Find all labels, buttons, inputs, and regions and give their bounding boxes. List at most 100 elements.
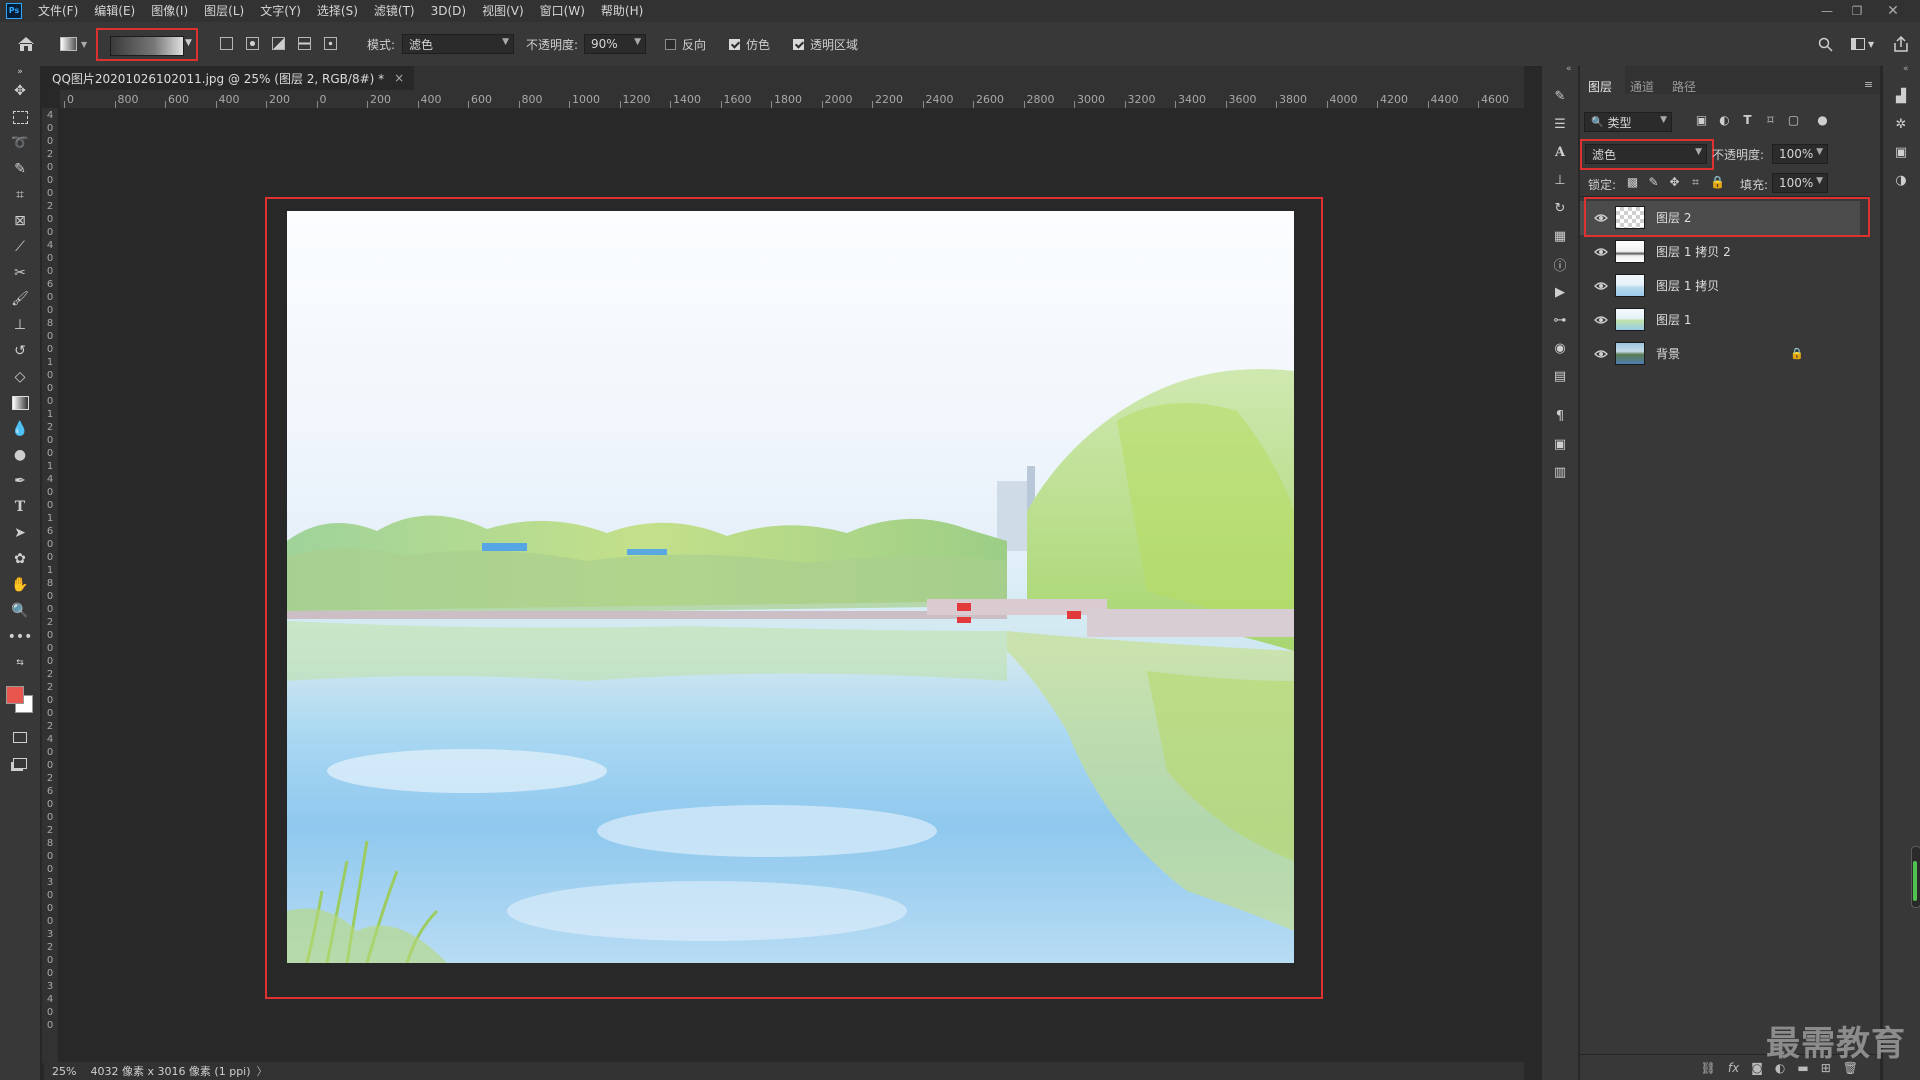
color-wheel-icon[interactable]: ◉ bbox=[1550, 338, 1570, 358]
navigator-icon[interactable]: ✲ bbox=[1891, 114, 1911, 134]
lock-position-icon[interactable]: ✥ bbox=[1668, 176, 1681, 189]
color-icon[interactable]: ◑ bbox=[1891, 170, 1911, 190]
status-expand-icon[interactable]: 〉 bbox=[257, 1063, 268, 1079]
dodge-tool-icon[interactable]: ● bbox=[8, 444, 32, 466]
gradient-preview[interactable] bbox=[110, 36, 184, 56]
document-tab[interactable]: QQ图片20201026102011.jpg @ 25% (图层 2, RGB/… bbox=[44, 66, 415, 90]
layer-style-icon[interactable]: fx bbox=[1728, 1061, 1739, 1075]
layer-lock-icon[interactable]: 🔒 bbox=[1790, 347, 1804, 360]
angle-gradient-icon[interactable] bbox=[272, 37, 285, 50]
menu-filter[interactable]: 滤镜(T) bbox=[366, 0, 423, 22]
clone-stamp-tool-icon[interactable]: ⊥ bbox=[8, 314, 32, 336]
document-image[interactable] bbox=[287, 211, 1294, 963]
fill-input[interactable]: 100% ▼ bbox=[1772, 173, 1828, 193]
reflected-gradient-icon[interactable] bbox=[298, 37, 311, 50]
histogram-icon[interactable]: ▟ bbox=[1891, 86, 1911, 106]
restore-icon[interactable]: ❐ bbox=[1842, 0, 1872, 22]
brush-settings-icon[interactable]: ✎ bbox=[1550, 86, 1570, 106]
pixel-filter-icon[interactable]: ▣ bbox=[1695, 114, 1708, 127]
home-icon[interactable] bbox=[17, 22, 35, 66]
collapse-toolbar-icon[interactable]: » bbox=[8, 66, 32, 78]
shape-tool-icon[interactable]: ✿ bbox=[8, 548, 32, 570]
healing-brush-tool-icon[interactable]: ✂ bbox=[8, 262, 32, 284]
dither-checkbox[interactable]: 仿色 bbox=[729, 22, 770, 66]
quick-mask-icon[interactable] bbox=[8, 726, 32, 748]
move-tool-icon[interactable]: ✥ bbox=[8, 80, 32, 102]
collapse-right-strip-icon[interactable]: « bbox=[1903, 64, 1909, 74]
swatches-icon[interactable]: ▣ bbox=[1891, 142, 1911, 162]
pen-tool-icon[interactable]: ✒ bbox=[8, 470, 32, 492]
lock-artboard-icon[interactable]: ⌗ bbox=[1689, 176, 1702, 189]
minimize-icon[interactable]: — bbox=[1812, 0, 1842, 22]
search-icon[interactable] bbox=[1818, 22, 1833, 66]
menu-view[interactable]: 视图(V) bbox=[474, 0, 532, 22]
menu-image[interactable]: 图像(I) bbox=[143, 0, 196, 22]
tab-channels[interactable]: 通道 bbox=[1630, 78, 1654, 95]
layer-opacity-input[interactable]: 100% ▼ bbox=[1772, 144, 1828, 164]
layer-row[interactable]: 图层 1 拷贝 2 bbox=[1580, 235, 1860, 269]
gradient-dropdown-arrow-icon[interactable]: ▼ bbox=[185, 38, 192, 48]
quick-select-tool-icon[interactable]: ✎ bbox=[8, 158, 32, 180]
type-filter-icon[interactable]: T bbox=[1741, 114, 1754, 127]
layer-name[interactable]: 背景 bbox=[1656, 337, 1680, 371]
document-tab-close-icon[interactable]: × bbox=[394, 71, 404, 85]
smart-object-filter-icon[interactable]: ▢ bbox=[1787, 114, 1800, 127]
libraries-icon[interactable]: ▦ bbox=[1550, 226, 1570, 246]
visibility-eye-icon[interactable] bbox=[1594, 279, 1608, 293]
character-icon[interactable]: A bbox=[1550, 142, 1570, 162]
history-icon[interactable]: ↻ bbox=[1550, 198, 1570, 218]
close-window-icon[interactable]: ✕ bbox=[1878, 0, 1908, 22]
type-tool-icon[interactable]: T bbox=[8, 496, 32, 518]
paragraph-icon[interactable]: ¶ bbox=[1550, 406, 1570, 426]
eyedropper-tool-icon[interactable]: ⟋ bbox=[8, 236, 32, 258]
visibility-eye-icon[interactable] bbox=[1594, 313, 1608, 327]
frame-tool-icon[interactable]: ⊠ bbox=[8, 210, 32, 232]
zoom-level[interactable]: 25% bbox=[52, 1065, 76, 1078]
menu-help[interactable]: 帮助(H) bbox=[593, 0, 651, 22]
layer-name[interactable]: 图层 1 bbox=[1656, 303, 1691, 337]
hand-tool-icon[interactable]: ✋ bbox=[8, 574, 32, 596]
share-icon[interactable] bbox=[1893, 22, 1909, 66]
adjustment-filter-icon[interactable]: ◐ bbox=[1718, 114, 1731, 127]
layer-name[interactable]: 图层 1 拷贝 2 bbox=[1656, 235, 1731, 269]
tab-layers[interactable]: 图层 bbox=[1588, 78, 1612, 95]
diamond-gradient-icon[interactable] bbox=[324, 37, 337, 50]
opacity-input[interactable]: 90% ▼ bbox=[584, 34, 646, 54]
screen-mode-icon[interactable] bbox=[8, 752, 32, 774]
gradient-tool-preset-icon[interactable]: ▼ bbox=[60, 22, 87, 66]
gradient-tool-icon[interactable] bbox=[8, 392, 32, 414]
mode-select[interactable]: 滤色 ▼ bbox=[402, 34, 514, 54]
properties-icon[interactable]: ⊶ bbox=[1550, 310, 1570, 330]
menu-type[interactable]: 文字(Y) bbox=[252, 0, 309, 22]
layer-name[interactable]: 图层 1 拷贝 bbox=[1656, 269, 1719, 303]
workspace-icon[interactable]: ▼ bbox=[1851, 22, 1874, 66]
visibility-eye-icon[interactable] bbox=[1594, 347, 1608, 361]
reverse-checkbox[interactable]: 反向 bbox=[665, 22, 706, 66]
add-mask-icon[interactable]: ◙ bbox=[1751, 1061, 1763, 1075]
panel-menu-icon[interactable]: ≡ bbox=[1864, 78, 1873, 91]
crop-tool-icon[interactable]: ⌗ bbox=[8, 184, 32, 206]
swap-colors-icon[interactable]: ⇆ bbox=[8, 652, 32, 674]
more-tools-icon[interactable]: ••• bbox=[8, 626, 33, 648]
tab-paths[interactable]: 路径 bbox=[1672, 78, 1696, 95]
menu-select[interactable]: 选择(S) bbox=[309, 0, 366, 22]
notes-icon[interactable]: ▥ bbox=[1550, 462, 1570, 482]
blend-mode-select[interactable]: 滤色 ▼ bbox=[1585, 144, 1707, 164]
lasso-tool-icon[interactable]: ➰ bbox=[8, 132, 32, 154]
menu-window[interactable]: 窗口(W) bbox=[532, 0, 593, 22]
shape-filter-icon[interactable]: ⌑ bbox=[1764, 114, 1777, 127]
zoom-tool-icon[interactable]: 🔍 bbox=[8, 600, 32, 622]
scrollbar[interactable] bbox=[1911, 846, 1920, 908]
radial-gradient-icon[interactable] bbox=[246, 37, 259, 50]
brush-tool-icon[interactable]: 🖌 bbox=[8, 288, 32, 310]
path-selection-tool-icon[interactable]: ➤ bbox=[8, 522, 32, 544]
transparency-checkbox[interactable]: 透明区域 bbox=[793, 22, 858, 66]
eraser-tool-icon[interactable]: ◇ bbox=[8, 366, 32, 388]
menu-3d[interactable]: 3D(D) bbox=[423, 0, 474, 22]
menu-edit[interactable]: 编辑(E) bbox=[86, 0, 143, 22]
link-layers-icon[interactable]: ⛓ bbox=[1701, 1061, 1716, 1075]
layer-row[interactable]: 背景 🔒 bbox=[1580, 337, 1860, 371]
lock-transparent-icon[interactable]: ▩ bbox=[1626, 176, 1639, 189]
history-brush-tool-icon[interactable]: ↺ bbox=[8, 340, 32, 362]
filter-toggle-icon[interactable]: ● bbox=[1816, 114, 1829, 127]
